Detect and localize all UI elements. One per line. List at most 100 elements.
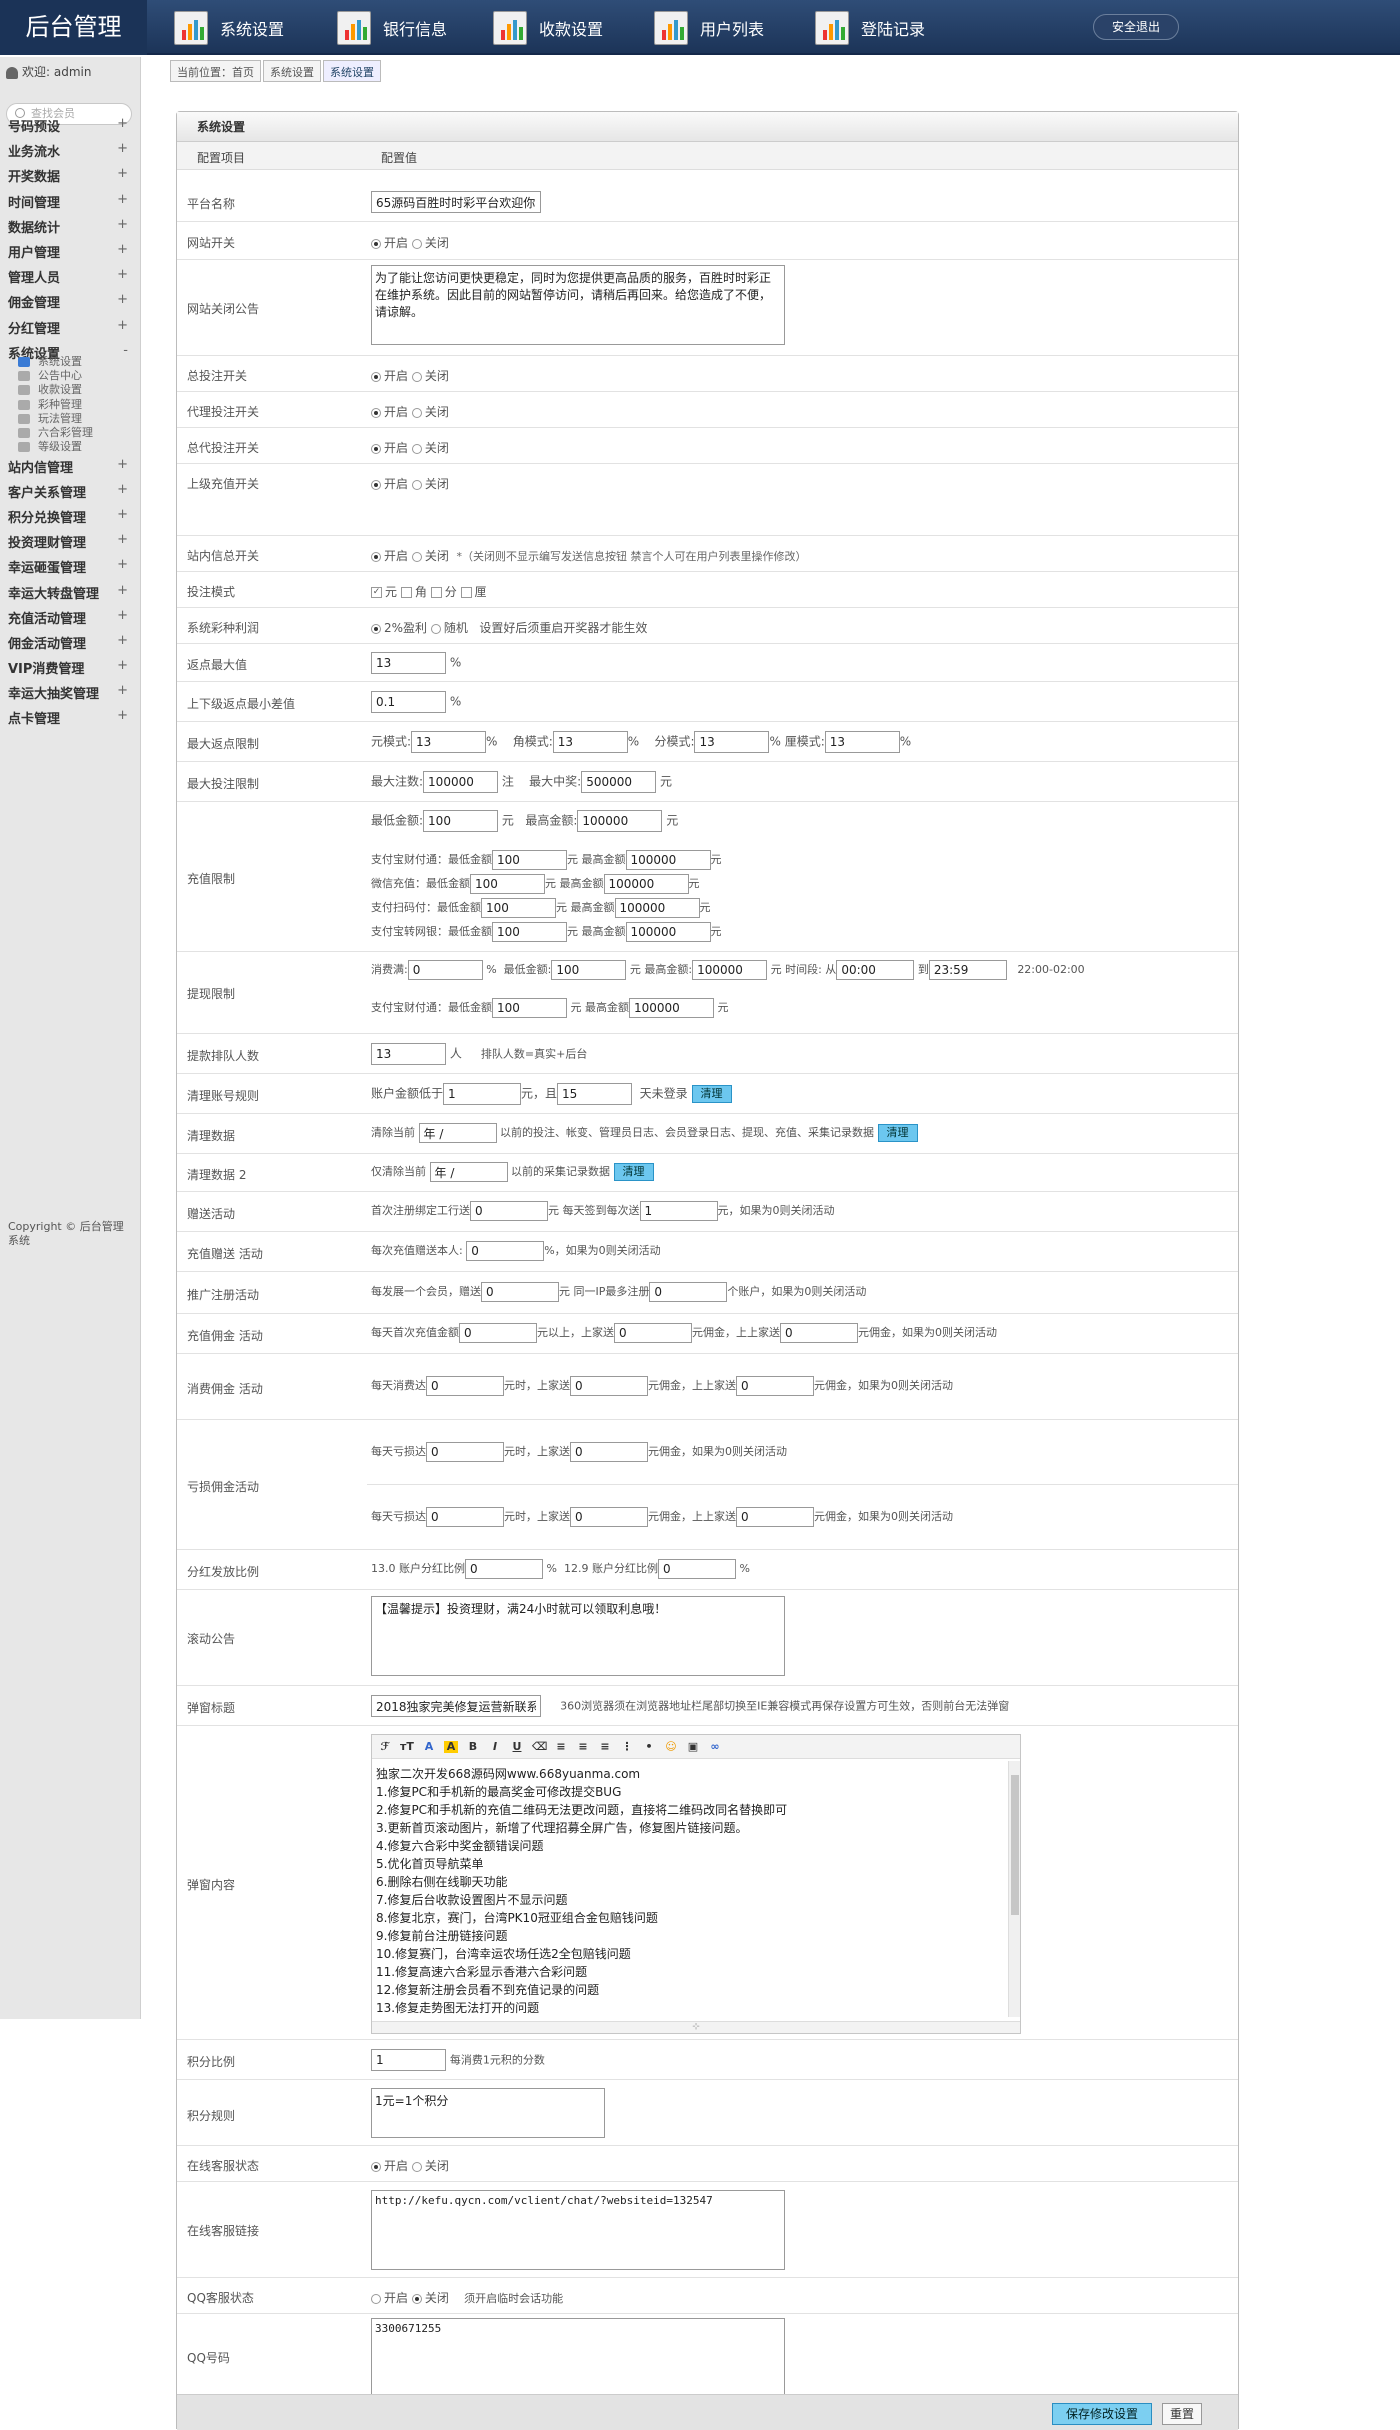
alipay-max-input[interactable]: [625, 850, 711, 870]
loss2-parent-input[interactable]: [570, 1507, 648, 1527]
recharge-gift-input[interactable]: [466, 1241, 545, 1261]
sidebar-item[interactable]: 客户关系管理 +: [8, 482, 134, 501]
loss-parent-input[interactable]: [570, 1442, 648, 1462]
highlight-icon[interactable]: A: [444, 1740, 458, 1753]
rebate-max-input[interactable]: [371, 652, 446, 674]
checkbox-yuan[interactable]: ✓: [371, 587, 382, 598]
bullet-list-icon[interactable]: •: [642, 1740, 656, 1753]
radio-on[interactable]: [371, 2293, 381, 2304]
promo-gift-input[interactable]: [481, 1282, 559, 1302]
rc-comm-parent-input[interactable]: [614, 1323, 692, 1343]
promo-ip-limit-input[interactable]: [649, 1282, 728, 1302]
sidebar-item[interactable]: 积分兑换管理 +: [8, 507, 134, 526]
max-bets-input[interactable]: [423, 771, 499, 793]
cs-link-textarea[interactable]: http://kefu.qycn.com/vclient/chat/?websi…: [371, 2190, 785, 2270]
radio-off[interactable]: [411, 407, 422, 418]
withdraw-fee-input[interactable]: [407, 960, 483, 980]
nav-users[interactable]: 用户列表: [654, 6, 764, 50]
dividend-129-input[interactable]: [657, 1559, 736, 1579]
nav-system[interactable]: 系统设置: [174, 6, 284, 50]
align-left-icon[interactable]: ≡: [554, 1740, 568, 1753]
wechat-max-input[interactable]: [603, 874, 689, 894]
sidebar-item[interactable]: 业务流水 +: [8, 141, 134, 160]
rebate-yuan-input[interactable]: [411, 731, 487, 753]
checkbox-jiao[interactable]: [400, 587, 412, 598]
consume-grandparent-input[interactable]: [736, 1376, 814, 1396]
bold-icon[interactable]: B: [466, 1740, 480, 1753]
checkbox-fen[interactable]: [430, 587, 442, 598]
platform-name-input[interactable]: [371, 191, 541, 213]
italic-icon[interactable]: I: [488, 1740, 502, 1753]
withdraw-alipay-min-input[interactable]: [492, 998, 567, 1018]
editor-scrollbar[interactable]: [1008, 1761, 1020, 2017]
eraser-icon[interactable]: ⌫: [532, 1740, 548, 1753]
clean-days-input[interactable]: [557, 1083, 633, 1105]
reset-button[interactable]: 重置: [1162, 2403, 1202, 2425]
radio-on[interactable]: [371, 479, 381, 490]
editor-content[interactable]: 独家二次开发668源码网www.668yuanma.com 1.修复PC和手机新的…: [376, 1765, 996, 2017]
time-to-input[interactable]: [928, 960, 1007, 980]
rc-comm-grandparent-input[interactable]: [780, 1323, 858, 1343]
link-icon[interactable]: ∞: [708, 1740, 722, 1753]
scan-max-input[interactable]: [614, 898, 700, 918]
withdraw-min-input[interactable]: [551, 960, 627, 980]
sidebar-item[interactable]: 用户管理 +: [8, 242, 134, 261]
consume-amount-input[interactable]: [426, 1376, 504, 1396]
max-win-input[interactable]: [581, 771, 657, 793]
qq-number-textarea[interactable]: 3300671255: [371, 2318, 785, 2398]
font-size-icon[interactable]: тT: [400, 1740, 414, 1753]
sidebar-item[interactable]: 充值活动管理 +: [8, 608, 134, 627]
align-right-icon[interactable]: ≡: [598, 1740, 612, 1753]
clean-collect-button[interactable]: 清理: [613, 1163, 654, 1181]
logout-button[interactable]: 安全退出: [1093, 14, 1179, 40]
radio-on[interactable]: [371, 371, 381, 382]
gift-register-input[interactable]: [470, 1201, 548, 1221]
gift-signin-input[interactable]: [639, 1201, 718, 1221]
sidebar-item[interactable]: 点卡管理 +: [8, 708, 134, 727]
sidebar-item[interactable]: 开奖数据 +: [8, 166, 134, 185]
radio-profit[interactable]: [371, 623, 381, 634]
scan-min-input[interactable]: [481, 898, 556, 918]
withdraw-max-input[interactable]: [692, 960, 768, 980]
alibank-min-input[interactable]: [492, 922, 567, 942]
points-ratio-input[interactable]: [371, 2049, 446, 2071]
sidebar-item[interactable]: 站内信管理 +: [8, 457, 134, 476]
nav-login-log[interactable]: 登陆记录: [815, 6, 925, 50]
radio-off[interactable]: [411, 479, 422, 490]
consume-parent-input[interactable]: [570, 1376, 648, 1396]
rich-text-editor[interactable]: ℱ тT A A B I U ⌫ ≡ ≡ ≡ ⋮ • ☺ ▣ ∞ 独家二次开发6…: [371, 1734, 1021, 2034]
popup-title-input[interactable]: [371, 1695, 541, 1717]
radio-off[interactable]: [411, 371, 422, 382]
radio-on[interactable]: [371, 443, 381, 454]
radio-off[interactable]: [411, 2293, 422, 2304]
submenu-item[interactable]: 等级设置: [18, 438, 82, 454]
image-icon[interactable]: ▣: [686, 1740, 700, 1753]
scroll-notice-textarea[interactable]: 【温馨提示】投资理财，满24小时就可以领取利息哦！: [371, 1596, 785, 1676]
clean-date2-input[interactable]: [429, 1162, 508, 1182]
sidebar-item[interactable]: 分红管理 +: [8, 318, 134, 337]
radio-on[interactable]: [371, 407, 381, 418]
radio-on[interactable]: [371, 238, 381, 249]
breadcrumb-section[interactable]: 系统设置: [263, 60, 321, 82]
points-rule-textarea[interactable]: 1元=1个积分: [371, 2088, 605, 2138]
emoji-icon[interactable]: ☺: [664, 1740, 678, 1753]
wechat-min-input[interactable]: [470, 874, 545, 894]
font-family-icon[interactable]: ℱ: [378, 1740, 392, 1753]
nav-bank[interactable]: 银行信息: [337, 6, 447, 50]
radio-off[interactable]: [411, 551, 422, 562]
dividend-13-input[interactable]: [465, 1559, 543, 1579]
sidebar-item[interactable]: VIP消费管理 +: [8, 658, 134, 677]
close-notice-textarea[interactable]: 为了能让您访问更快更稳定，同时为您提供更高品质的服务，百胜时时彩正在维护系统。因…: [371, 265, 785, 345]
font-color-icon[interactable]: A: [422, 1740, 436, 1753]
sidebar-item[interactable]: 幸运砸蛋管理 +: [8, 557, 134, 576]
resize-handle-icon[interactable]: ⊹: [372, 2021, 1020, 2033]
time-from-input[interactable]: [836, 960, 915, 980]
save-button[interactable]: 保存修改设置: [1052, 2403, 1152, 2425]
radio-off[interactable]: [411, 2161, 422, 2172]
sidebar-item[interactable]: 管理人员 +: [8, 267, 134, 286]
underline-icon[interactable]: U: [510, 1740, 524, 1753]
rebate-jiao-input[interactable]: [552, 731, 628, 753]
sidebar-item[interactable]: 幸运大转盘管理 +: [8, 583, 134, 602]
rebate-diff-input[interactable]: [371, 691, 446, 713]
sidebar-item[interactable]: 佣金管理 +: [8, 292, 134, 311]
